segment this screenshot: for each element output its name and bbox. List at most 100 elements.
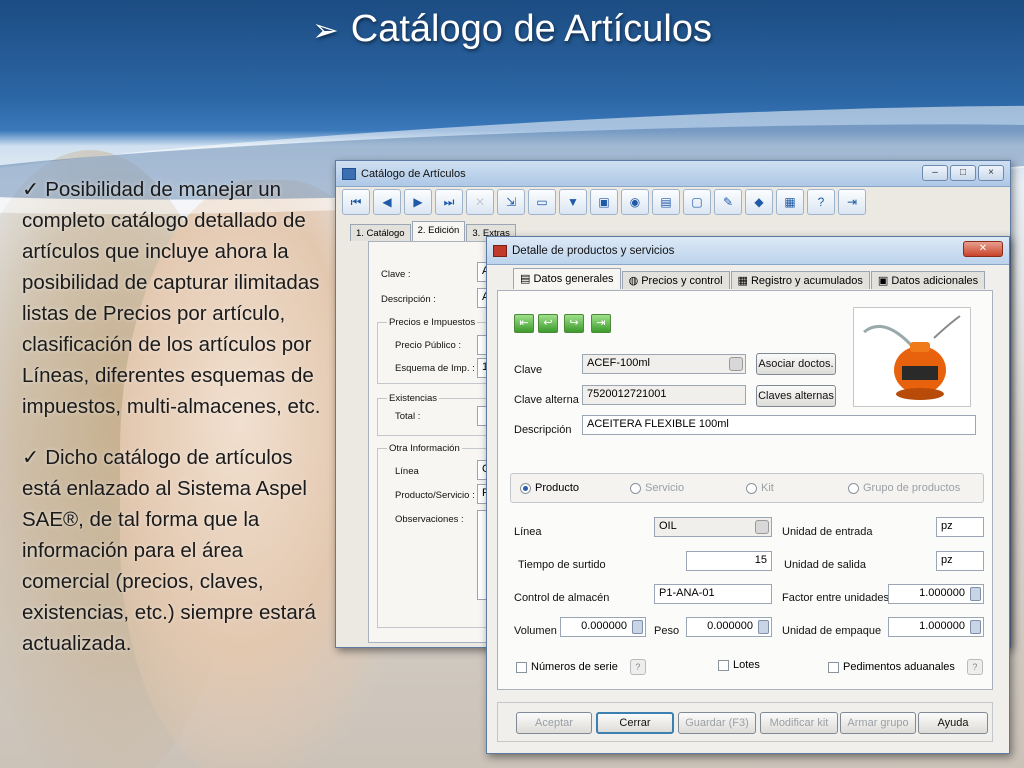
cerrar-button[interactable]: Cerrar	[596, 712, 674, 734]
tab-edicion[interactable]: 2. Edición	[411, 221, 466, 241]
bullet-item: ✓ Posibilidad de manejar un completo catá…	[22, 177, 321, 418]
maximize-button[interactable]: □	[950, 165, 976, 181]
previous-record-icon[interactable]: ↩	[538, 314, 558, 333]
existencias-group-label: Existencias	[387, 393, 440, 404]
detalle-tabs: ▤ Datos generales ◍ Precios y control ▦ …	[513, 268, 986, 289]
calculator-icon[interactable]	[758, 620, 769, 634]
tab-precios-control[interactable]: ◍ Precios y control	[621, 271, 730, 289]
calculator-icon[interactable]	[970, 587, 981, 601]
linea-input[interactable]: OIL	[654, 517, 772, 537]
catalog-window-title: Catálogo de Artículos	[361, 167, 466, 180]
clave-input[interactable]: ACEF-100ml	[582, 354, 746, 374]
app-icon	[342, 167, 356, 180]
linea-label: Línea	[395, 466, 419, 477]
window-controls: – □ ×	[922, 165, 1004, 181]
observaciones-label: Observaciones :	[395, 514, 464, 525]
otra-info-group-label: Otra Información	[387, 443, 462, 454]
product-image	[853, 307, 971, 407]
print-icon[interactable]: ▤	[652, 189, 680, 215]
precios-group-label: Precios e Impuestos	[387, 317, 478, 328]
slide-title-text: Catálogo de Artículos	[350, 8, 713, 50]
exit-icon[interactable]: ⇥	[838, 189, 866, 215]
last-record-icon[interactable]: ⏭	[435, 189, 463, 215]
close-button[interactable]: ✕	[963, 241, 1003, 257]
tab-datos-adicionales[interactable]: ▣ Datos adicionales	[870, 271, 986, 289]
help-icon[interactable]: ?	[629, 659, 646, 675]
browse-icon[interactable]	[755, 520, 769, 534]
calculator-icon[interactable]	[970, 620, 981, 634]
volumen-input[interactable]: 0.000000	[560, 617, 646, 637]
asociar-doctos-button[interactable]: Asociar doctos.	[756, 353, 836, 375]
calculator-icon[interactable]	[632, 620, 643, 634]
detalle-titlebar[interactable]: Detalle de productos y servicios ✕	[487, 237, 1009, 265]
oil-can-illustration	[863, 315, 961, 400]
total-label: Total :	[395, 411, 421, 422]
radio-grupo-productos[interactable]: Grupo de productos	[848, 482, 960, 494]
peso-input[interactable]: 0.000000	[686, 617, 772, 637]
detalle-window: Detalle de productos y servicios ✕ ▤ Dat…	[486, 236, 1010, 754]
factor-input[interactable]: 1.000000	[888, 584, 984, 604]
first-record-icon[interactable]: ⇤	[514, 314, 534, 333]
tiempo-surtido-input[interactable]: 15	[686, 551, 772, 571]
registro-icon: ▦	[737, 275, 751, 287]
radio-kit[interactable]: Kit	[746, 482, 774, 494]
radio-dot	[520, 482, 531, 494]
radio-producto[interactable]: Producto	[520, 482, 579, 494]
bullet-list: ✓ Posibilidad de manejar un completo catá…	[22, 174, 332, 679]
precios-icon: ◍	[628, 275, 642, 287]
linea-label: Línea	[514, 526, 542, 538]
guardar-button[interactable]: Guardar (F3)	[678, 712, 756, 734]
clave-alterna-input[interactable]: 7520012721001	[582, 385, 746, 405]
clave-label: Clave	[514, 364, 543, 376]
unidad-empaque-input[interactable]: 1.000000	[888, 617, 984, 637]
modificar-kit-button[interactable]: Modificar kit	[760, 712, 838, 734]
descripcion-label: Descripción	[514, 424, 572, 436]
next-record-icon[interactable]: ▶	[404, 189, 432, 215]
checkmark-icon: ✓	[22, 445, 40, 469]
globe-icon[interactable]: ◉	[621, 189, 649, 215]
unidad-entrada-input[interactable]: pz	[936, 517, 984, 537]
last-record-icon[interactable]: ⇥	[591, 314, 611, 333]
control-almacen-input[interactable]: P1-ANA-01	[654, 584, 772, 604]
armar-grupo-button[interactable]: Armar grupo	[840, 712, 916, 734]
previous-record-icon[interactable]: ◀	[373, 189, 401, 215]
ayuda-button[interactable]: Ayuda	[918, 712, 988, 734]
volumen-label: Volumen	[514, 625, 557, 637]
adicionales-icon: ▣	[877, 275, 892, 287]
tools-icon[interactable]: ✎	[714, 189, 742, 215]
close-button[interactable]: ×	[978, 165, 1004, 181]
unidad-salida-input[interactable]: pz	[936, 551, 984, 571]
producto-servicio-label: Producto/Servicio :	[395, 490, 475, 501]
tab-catalogo[interactable]: 1. Catálogo	[350, 224, 411, 241]
unidad-entrada-label: Unidad de entrada	[782, 526, 873, 538]
radio-dot	[848, 482, 859, 494]
tab-registro-acumulados[interactable]: ▦ Registro y acumulados	[730, 271, 870, 289]
catalog-titlebar[interactable]: Catálogo de Artículos – □ ×	[336, 161, 1010, 187]
descripcion-input[interactable]: ACEITERA FLEXIBLE 100ml	[582, 415, 976, 435]
lotes-checkbox[interactable]: Lotes	[718, 659, 760, 671]
monitor-icon[interactable]: ▢	[683, 189, 711, 215]
help-icon[interactable]: ?	[807, 189, 835, 215]
cancel-icon[interactable]: ✕	[466, 189, 494, 215]
help-icon[interactable]: ?	[966, 659, 983, 675]
report-icon[interactable]: ▦	[776, 189, 804, 215]
peso-label: Peso	[654, 625, 680, 637]
export-icon[interactable]: ⇲	[497, 189, 525, 215]
pedimentos-checkbox[interactable]: Pedimentos aduanales?	[828, 659, 983, 675]
checkmark-icon: ✓	[22, 177, 40, 201]
claves-alternas-button[interactable]: Claves alternas	[756, 385, 836, 407]
next-record-icon[interactable]: ↪	[564, 314, 584, 333]
folder-icon[interactable]: ◆	[745, 189, 773, 215]
window-icon[interactable]: ▣	[590, 189, 618, 215]
minimize-button[interactable]: –	[922, 165, 948, 181]
button-bar: Aceptar Cerrar Guardar (F3) Modificar ki…	[497, 702, 993, 742]
filter-icon[interactable]: ▼	[559, 189, 587, 215]
document-icon[interactable]: ▭	[528, 189, 556, 215]
tab-datos-generales[interactable]: ▤ Datos generales	[513, 268, 621, 289]
factor-label: Factor entre unidades	[782, 592, 890, 604]
first-record-icon[interactable]: ⏮	[342, 189, 370, 215]
radio-servicio[interactable]: Servicio	[630, 482, 684, 494]
numeros-serie-checkbox[interactable]: Números de serie?	[516, 659, 646, 675]
browse-icon[interactable]	[729, 357, 743, 371]
aceptar-button[interactable]: Aceptar	[516, 712, 592, 734]
